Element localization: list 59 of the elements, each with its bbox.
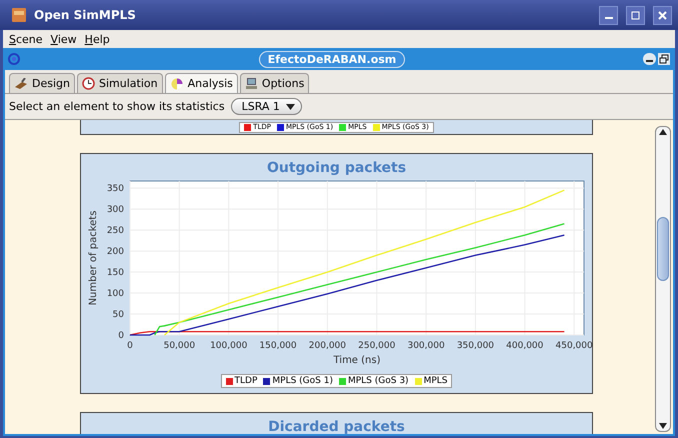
legend-label: MPLS <box>424 376 448 386</box>
app-icon <box>12 8 26 22</box>
legend-label: MPLS (GoS 1) <box>272 376 333 386</box>
axis-title: Time (ns) <box>333 355 380 366</box>
axis-tick-label: 200 <box>106 247 124 258</box>
chart-title: Dicarded packets <box>268 419 405 434</box>
axis-tick-label: 250 <box>106 226 124 236</box>
element-dropdown[interactable]: LSRA 1 <box>230 98 302 115</box>
restore-button[interactable] <box>643 52 671 66</box>
scrollbar-thumb[interactable] <box>657 217 669 281</box>
caret-icon <box>286 104 295 110</box>
chart-title: Outgoing packets <box>266 160 406 176</box>
maximize-icon <box>631 10 640 20</box>
close-icon <box>658 10 667 20</box>
axis-tick-label: 200,000 <box>308 341 346 351</box>
axis-tick-label: 350,000 <box>456 341 494 351</box>
close-button[interactable] <box>653 6 672 24</box>
pie-chart-icon <box>170 77 184 90</box>
legend-label: MPLS (GoS 3) <box>348 376 409 386</box>
clock-icon <box>82 77 95 90</box>
legend-swatch <box>338 378 346 384</box>
window-title: Open SimMPLS <box>34 8 137 22</box>
legend-swatch <box>414 378 422 384</box>
axis-tick-label: 0 <box>118 331 124 341</box>
axis-tick-label: 150 <box>106 268 124 278</box>
axis-tick-label: 50,000 <box>163 341 195 351</box>
axis-tick-label: 50 <box>112 310 124 320</box>
axis-tick-label: 450,000 <box>555 341 592 351</box>
trowel-icon <box>14 78 28 90</box>
legend-swatch <box>226 378 232 384</box>
axis-tick-label: 400,000 <box>506 341 543 351</box>
menu-item[interactable]: Help <box>84 32 110 46</box>
legend-swatch <box>263 378 270 384</box>
axis-tick-label: 350 <box>106 184 124 194</box>
vertical-scrollbar[interactable] <box>655 126 671 432</box>
tab[interactable]: Simulation <box>76 73 163 93</box>
axis-tick-label: 300,000 <box>406 341 444 351</box>
scroll-down-icon[interactable] <box>659 423 667 429</box>
axis-tick-label: 300 <box>106 205 124 216</box>
axis-tick-label: 0 <box>126 341 132 351</box>
axis-title: Number of packets <box>88 210 98 306</box>
tab[interactable]: Analysis <box>164 73 238 93</box>
axis-tick-label: 250,000 <box>358 341 395 351</box>
maximize-button[interactable] <box>626 6 645 24</box>
network-icon <box>7 52 21 66</box>
minimize-button[interactable] <box>599 6 618 24</box>
minimize-icon <box>604 17 612 19</box>
axis-tick-label: 150,000 <box>258 341 296 351</box>
computer-icon <box>244 77 258 90</box>
selector-label: Select an element to show its statistics <box>9 100 225 113</box>
tab[interactable]: Options <box>240 73 310 93</box>
menu-item[interactable]: View <box>50 32 77 46</box>
scroll-up-icon[interactable] <box>659 129 667 135</box>
axis-tick-label: 100,000 <box>210 341 247 351</box>
tab[interactable]: Design <box>9 73 75 93</box>
document-title: EfectoDeRABAN.osm <box>258 50 406 68</box>
legend-label: TLDP <box>234 376 258 386</box>
axis-tick-label: 100 <box>106 289 124 300</box>
menu-item[interactable]: Scene <box>9 32 43 46</box>
